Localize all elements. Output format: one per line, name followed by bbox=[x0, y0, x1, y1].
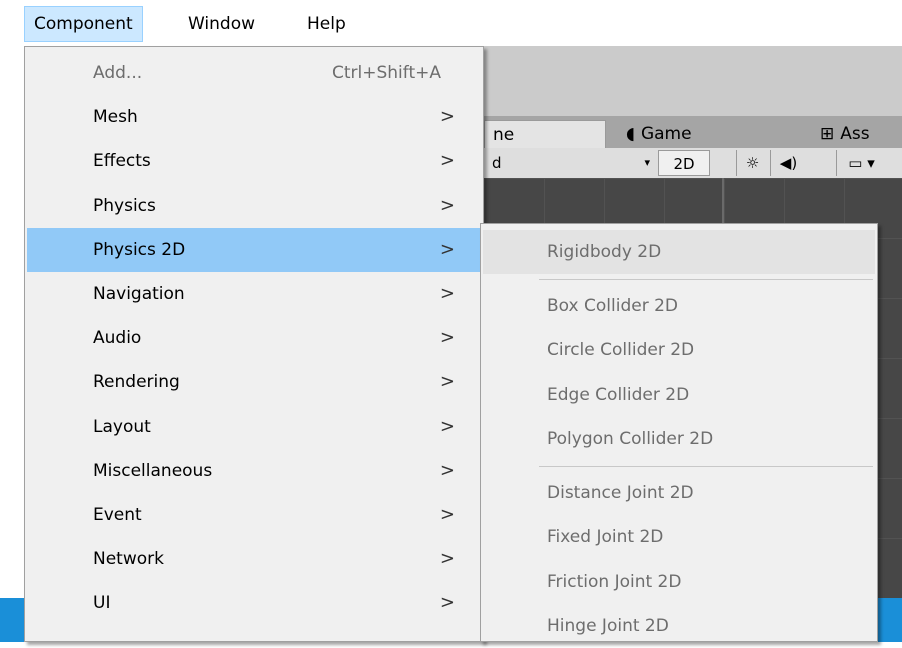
menu-separator bbox=[539, 278, 873, 280]
game-pacman-icon: ◖ bbox=[626, 124, 635, 144]
submenu-item-label: Box Collider 2D bbox=[547, 295, 678, 316]
submenu-item-polygon-collider-2d[interactable]: Polygon Collider 2D bbox=[483, 417, 875, 461]
menu-separator bbox=[539, 465, 873, 467]
menu-item-event[interactable]: Event > bbox=[27, 493, 481, 537]
submenu-item-label: Friction Joint 2D bbox=[547, 571, 682, 592]
tab-game[interactable]: ◖ Game bbox=[618, 120, 738, 148]
submenu-arrow-icon: > bbox=[439, 504, 455, 525]
menu-item-label: Rendering bbox=[93, 372, 180, 393]
menu-item-label: Miscellaneous bbox=[93, 460, 213, 481]
submenu-item-label: Polygon Collider 2D bbox=[547, 429, 714, 449]
menu-item-label: Effects bbox=[93, 151, 151, 172]
menubar-help[interactable]: Help bbox=[298, 6, 355, 42]
editor-toolbar bbox=[484, 46, 902, 116]
menu-item-miscellaneous[interactable]: Miscellaneous > bbox=[27, 449, 481, 493]
submenu-item-circle-collider-2d[interactable]: Circle Collider 2D bbox=[483, 328, 875, 372]
submenu-item-friction-joint-2d[interactable]: Friction Joint 2D bbox=[483, 560, 875, 604]
tab-game-label: Game bbox=[640, 124, 692, 144]
menu-item-ui[interactable]: UI > bbox=[27, 581, 481, 625]
component-menu: Add... Ctrl+Shift+A Mesh > Effects > Physics > P… bbox=[24, 46, 484, 642]
audio-toggle-icon[interactable]: ◀) bbox=[770, 150, 806, 176]
menu-item-layout[interactable]: Layout > bbox=[27, 405, 481, 449]
submenu-item-distance-joint-2d[interactable]: Distance Joint 2D bbox=[483, 471, 875, 515]
submenu-arrow-icon: > bbox=[439, 371, 455, 393]
physics-2d-submenu: Rigidbody 2D Box Collider 2D Circle Collid… bbox=[480, 223, 878, 642]
submenu-arrow-icon: > bbox=[439, 106, 455, 128]
menu-item-label: Mesh bbox=[93, 107, 138, 128]
effects-toggle-icon[interactable]: ▭ ▾ bbox=[836, 150, 886, 176]
menu-item-label: Audio bbox=[93, 328, 142, 349]
submenu-item-hinge-joint-2d[interactable]: Hinge Joint 2D bbox=[483, 604, 875, 648]
menu-item-label: Layout bbox=[93, 416, 151, 437]
submenu-item-label: Fixed Joint 2D bbox=[547, 527, 664, 547]
menu-item-network[interactable]: Network > bbox=[27, 537, 481, 581]
submenu-arrow-icon: > bbox=[439, 548, 455, 570]
menu-item-effects[interactable]: Effects > bbox=[27, 139, 481, 183]
menu-item-physics[interactable]: Physics > bbox=[27, 184, 481, 228]
menu-item-label: Event bbox=[93, 505, 142, 525]
menu-item-label: Network bbox=[93, 549, 164, 570]
menu-item-label: Add... bbox=[93, 63, 143, 83]
submenu-item-label: Hinge Joint 2D bbox=[547, 616, 669, 636]
tab-scene-label: ne bbox=[493, 125, 515, 145]
2d-toggle-button[interactable]: 2D bbox=[658, 150, 710, 176]
tab-asset-store-label: Ass bbox=[840, 124, 870, 144]
tab-asset-store[interactable]: ⊞ Ass bbox=[812, 120, 902, 148]
submenu-item-edge-collider-2d[interactable]: Edge Collider 2D bbox=[483, 373, 875, 417]
submenu-arrow-icon: > bbox=[439, 238, 455, 260]
menu-item-label: Physics 2D bbox=[93, 239, 186, 260]
menu-item-navigation[interactable]: Navigation > bbox=[27, 272, 481, 316]
submenu-arrow-icon: > bbox=[439, 327, 455, 349]
menubar-component[interactable]: Component bbox=[24, 6, 143, 42]
submenu-item-label: Edge Collider 2D bbox=[547, 384, 690, 405]
menu-item-rendering[interactable]: Rendering > bbox=[27, 360, 481, 404]
submenu-arrow-icon: > bbox=[439, 283, 455, 304]
submenu-arrow-icon: > bbox=[439, 150, 455, 172]
submenu-item-label: Rigidbody 2D bbox=[547, 242, 662, 262]
scene-mode-dropdown[interactable]: d ▾ bbox=[484, 150, 658, 176]
submenu-item-fixed-joint-2d[interactable]: Fixed Joint 2D bbox=[483, 515, 875, 559]
submenu-arrow-icon: > bbox=[439, 592, 455, 614]
submenu-item-label: Distance Joint 2D bbox=[547, 482, 694, 503]
scene-mode-value: d bbox=[492, 154, 502, 172]
submenu-arrow-icon: > bbox=[439, 415, 455, 437]
menu-item-mesh[interactable]: Mesh > bbox=[27, 95, 481, 139]
tab-scene[interactable]: ne bbox=[484, 120, 606, 148]
menu-item-shortcut: Ctrl+Shift+A bbox=[331, 63, 441, 83]
left-rail bbox=[0, 46, 24, 642]
menu-item-label: Navigation bbox=[93, 284, 185, 304]
submenu-arrow-icon: > bbox=[439, 459, 455, 481]
menu-item-label: UI bbox=[93, 593, 111, 614]
menu-item-audio[interactable]: Audio > bbox=[27, 316, 481, 360]
lighting-toggle-icon[interactable]: ☼ bbox=[736, 150, 768, 176]
submenu-item-label: Circle Collider 2D bbox=[547, 340, 695, 360]
submenu-item-box-collider-2d[interactable]: Box Collider 2D bbox=[483, 284, 875, 328]
dropdown-caret-icon: ▾ bbox=[644, 156, 650, 169]
menubar-window[interactable]: Window bbox=[179, 6, 264, 42]
submenu-item-rigidbody-2d[interactable]: Rigidbody 2D bbox=[483, 230, 875, 274]
submenu-arrow-icon: > bbox=[439, 194, 455, 216]
asset-store-icon: ⊞ bbox=[820, 124, 835, 144]
menu-bar: Component Window Help bbox=[0, 0, 902, 46]
menu-item-label: Physics bbox=[93, 195, 156, 216]
menu-item-physics-2d[interactable]: Physics 2D > bbox=[27, 227, 481, 272]
menu-item-add: Add... Ctrl+Shift+A bbox=[27, 51, 481, 95]
